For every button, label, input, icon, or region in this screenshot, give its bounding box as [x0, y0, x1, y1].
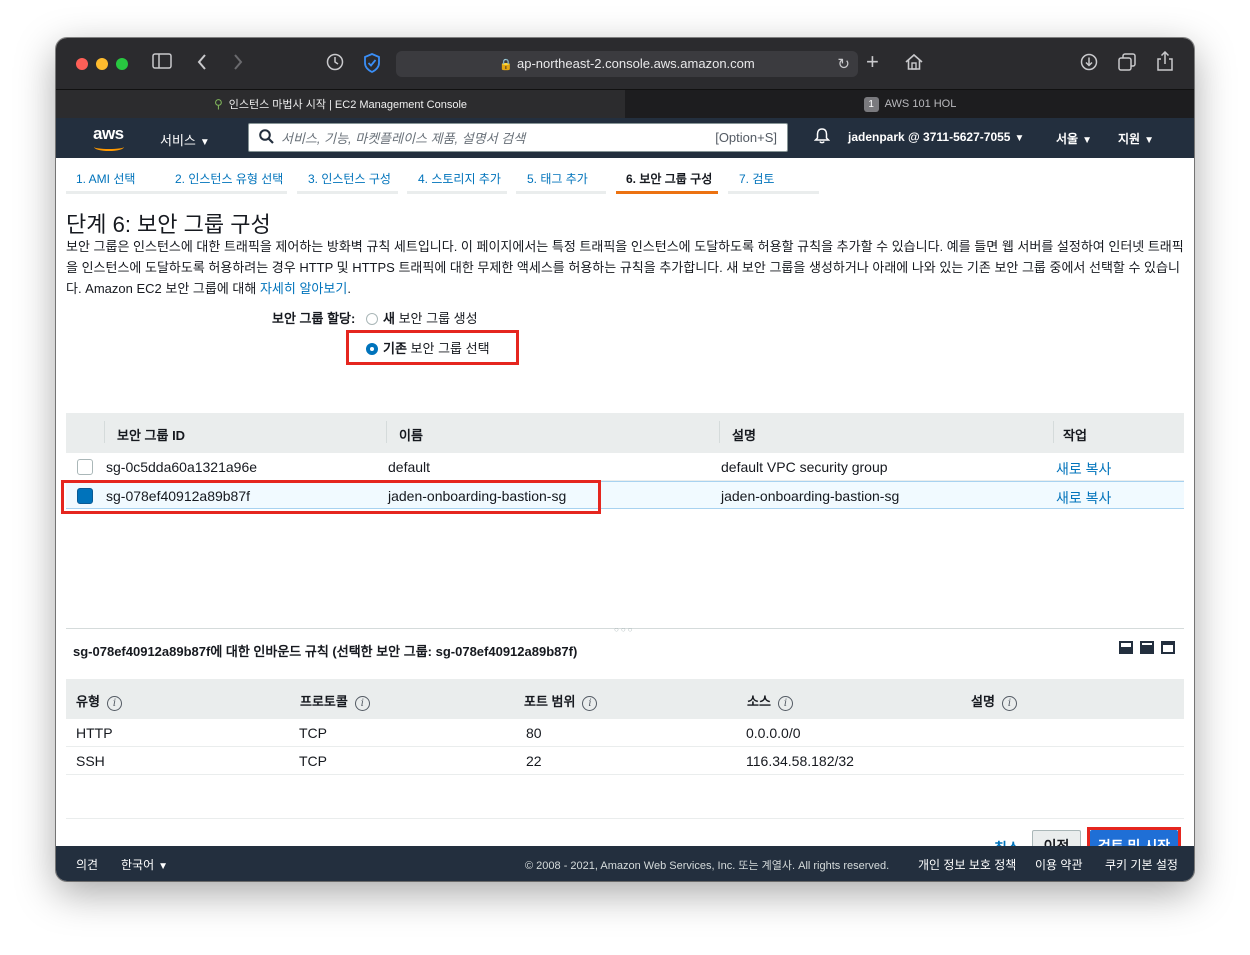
home-icon[interactable] [904, 53, 924, 75]
inbound-rules-title: sg-078ef40912a89b87f에 대한 인바운드 규칙 (선택한 보안… [73, 644, 578, 659]
cookie-preferences-link[interactable]: 쿠키 기본 설정 [1105, 856, 1178, 873]
table-row[interactable]: sg-0c5dda60a1321a96e default default VPC… [66, 453, 1184, 481]
sg-description: default VPC security group [721, 459, 888, 475]
copyright-text: © 2008 - 2021, Amazon Web Services, Inc.… [525, 860, 890, 872]
feedback-link[interactable]: 의견 [76, 856, 98, 873]
browser-toolbar: 🔒 ap-northeast-2.console.aws.amazon.com ↻… [56, 38, 1194, 89]
sg-id: sg-0c5dda60a1321a96e [106, 459, 258, 475]
caret-down-icon: ▼ [1082, 135, 1092, 146]
console-footer: 의견 한국어 ▼ © 2008 - 2021, Amazon Web Servic… [56, 846, 1194, 881]
console-search[interactable]: [Option+S] [248, 123, 788, 152]
drag-handle-icon[interactable]: ○○○ [614, 625, 635, 634]
info-icon[interactable]: i [1001, 696, 1017, 711]
caret-down-icon: ▼ [1014, 133, 1025, 144]
address-bar[interactable]: 🔒 ap-northeast-2.console.aws.amazon.com ↻ [396, 51, 858, 77]
downloads-icon[interactable] [1080, 53, 1098, 75]
aws-top-nav: aws 서비스▼ [Option+S] jadenpark @ 3711-562… [56, 118, 1194, 158]
col-protocol: 프로토콜 i [300, 691, 370, 711]
col-port-range: 포트 범위 i [524, 691, 598, 711]
search-shortcut-hint: [Option+S] [715, 130, 777, 145]
privacy-shield-icon[interactable] [363, 53, 381, 77]
col-name[interactable]: 이름 [399, 425, 423, 444]
learn-more-link[interactable]: 자세히 알아보기 [260, 281, 347, 296]
history-clock-icon[interactable] [326, 53, 344, 75]
aws-logo[interactable]: aws [92, 124, 128, 152]
step-configure-instance[interactable]: 3. 인스턴스 구성 [297, 166, 398, 194]
step-add-storage[interactable]: 4. 스토리지 추가 [407, 166, 507, 194]
back-icon[interactable] [196, 53, 208, 75]
info-icon[interactable]: i [354, 696, 370, 711]
radio-create-new-sg[interactable]: 새 보안 그룹 생성 [366, 308, 478, 327]
browser-window: 🔒 ap-northeast-2.console.aws.amazon.com ↻… [56, 38, 1194, 881]
assign-sg-label: 보안 그룹 할당: [272, 311, 356, 326]
forward-icon[interactable] [232, 53, 244, 75]
col-sg-id[interactable]: 보안 그룹 ID [117, 425, 185, 444]
terms-link[interactable]: 이용 약관 [1035, 856, 1083, 873]
lock-icon: 🔒 [499, 59, 513, 71]
col-description[interactable]: 설명 [732, 425, 756, 444]
caret-down-icon: ▼ [1144, 135, 1154, 146]
search-input[interactable] [281, 128, 691, 148]
services-menu[interactable]: 서비스 ▼ [160, 130, 210, 149]
tab-label: AWS 101 HOL [884, 98, 957, 110]
tab-label: 인스턴스 마법사 시작 | EC2 Management Console [228, 99, 468, 111]
step-instance-type[interactable]: 2. 인스턴스 유형 선택 [164, 166, 287, 194]
info-icon[interactable]: i [106, 696, 122, 711]
step-add-tags[interactable]: 5. 태그 추가 [516, 166, 606, 194]
sg-description: jaden-onboarding-bastion-sg [721, 488, 900, 504]
col-type: 유형 i [76, 691, 122, 711]
col-description: 설명 i [971, 691, 1017, 711]
col-source: 소스 i [747, 691, 793, 711]
region-menu[interactable]: 서울 ▼ [1056, 130, 1092, 147]
pane-split-icon[interactable] [1119, 641, 1133, 654]
aws-smile-icon [94, 143, 124, 151]
new-tab-plus-icon[interactable]: + [866, 51, 879, 73]
highlight-box [346, 330, 519, 365]
step-ami[interactable]: 1. AMI 선택 [66, 166, 164, 194]
zoom-window-button[interactable] [116, 58, 128, 70]
info-icon[interactable]: i [582, 696, 598, 711]
aws-favicon-icon: ⚲ [213, 97, 223, 111]
pane-maximize-icon[interactable] [1140, 641, 1154, 654]
tab-badge: 1 [863, 97, 879, 112]
privacy-policy-link[interactable]: 개인 정보 보호 정책 [918, 856, 1016, 873]
info-icon[interactable]: i [777, 696, 793, 711]
row-checkbox[interactable] [77, 459, 93, 475]
table-row: SSH TCP 22 116.34.58.182/32 [66, 747, 1184, 775]
step-security-group[interactable]: 6. 보안 그룹 구성 [616, 166, 718, 194]
sidebar-toggle-icon[interactable] [152, 53, 172, 73]
notifications-bell-icon[interactable] [813, 127, 831, 149]
page-title: 단계 6: 보안 그룹 구성 [66, 212, 271, 237]
pane-layout-controls [1112, 641, 1175, 659]
language-selector[interactable]: 한국어 ▼ [121, 856, 168, 873]
page-description: 보안 그룹은 인스턴스에 대한 트래픽을 제어하는 방화벽 규칙 세트입니다. … [66, 239, 1184, 296]
table-header: 유형 i 프로토콜 i 포트 범위 i 소스 i 설명 i [66, 679, 1184, 719]
share-icon[interactable] [1156, 50, 1174, 75]
table-row: HTTP TCP 80 0.0.0.0/0 [66, 719, 1184, 747]
tab-bar: ⚲ 인스턴스 마법사 시작 | EC2 Management Console 1A… [56, 89, 1194, 119]
minimize-window-button[interactable] [96, 58, 108, 70]
caret-down-icon: ▼ [199, 137, 210, 148]
tab-ec2-console[interactable]: ⚲ 인스턴스 마법사 시작 | EC2 Management Console [56, 90, 625, 119]
search-icon [259, 129, 274, 148]
caret-down-icon: ▼ [158, 861, 169, 872]
step-review[interactable]: 7. 검토 [728, 166, 819, 194]
support-menu[interactable]: 지원 ▼ [1118, 130, 1154, 147]
copy-to-new-link[interactable]: 새로 복사 [1056, 459, 1111, 479]
copy-to-new-link[interactable]: 새로 복사 [1056, 488, 1111, 508]
col-actions: 작업 [1063, 428, 1087, 443]
url-text: ap-northeast-2.console.aws.amazon.com [516, 56, 755, 71]
highlight-box [61, 480, 601, 514]
reload-icon[interactable]: ↻ [837, 55, 850, 73]
table-header: 보안 그룹 ID 이름 설명 작업 [66, 413, 1184, 453]
tab-aws-101-hol[interactable]: 1 AWS 101 HOL [626, 90, 1194, 119]
pane-minimize-icon[interactable] [1161, 641, 1175, 654]
close-window-button[interactable] [76, 58, 88, 70]
tab-overview-icon[interactable] [1118, 53, 1136, 75]
account-menu[interactable]: jadenpark @ 3711-5627-7055 ▼ [848, 130, 1024, 144]
sg-name: default [388, 459, 431, 475]
radio-button[interactable] [366, 313, 378, 325]
